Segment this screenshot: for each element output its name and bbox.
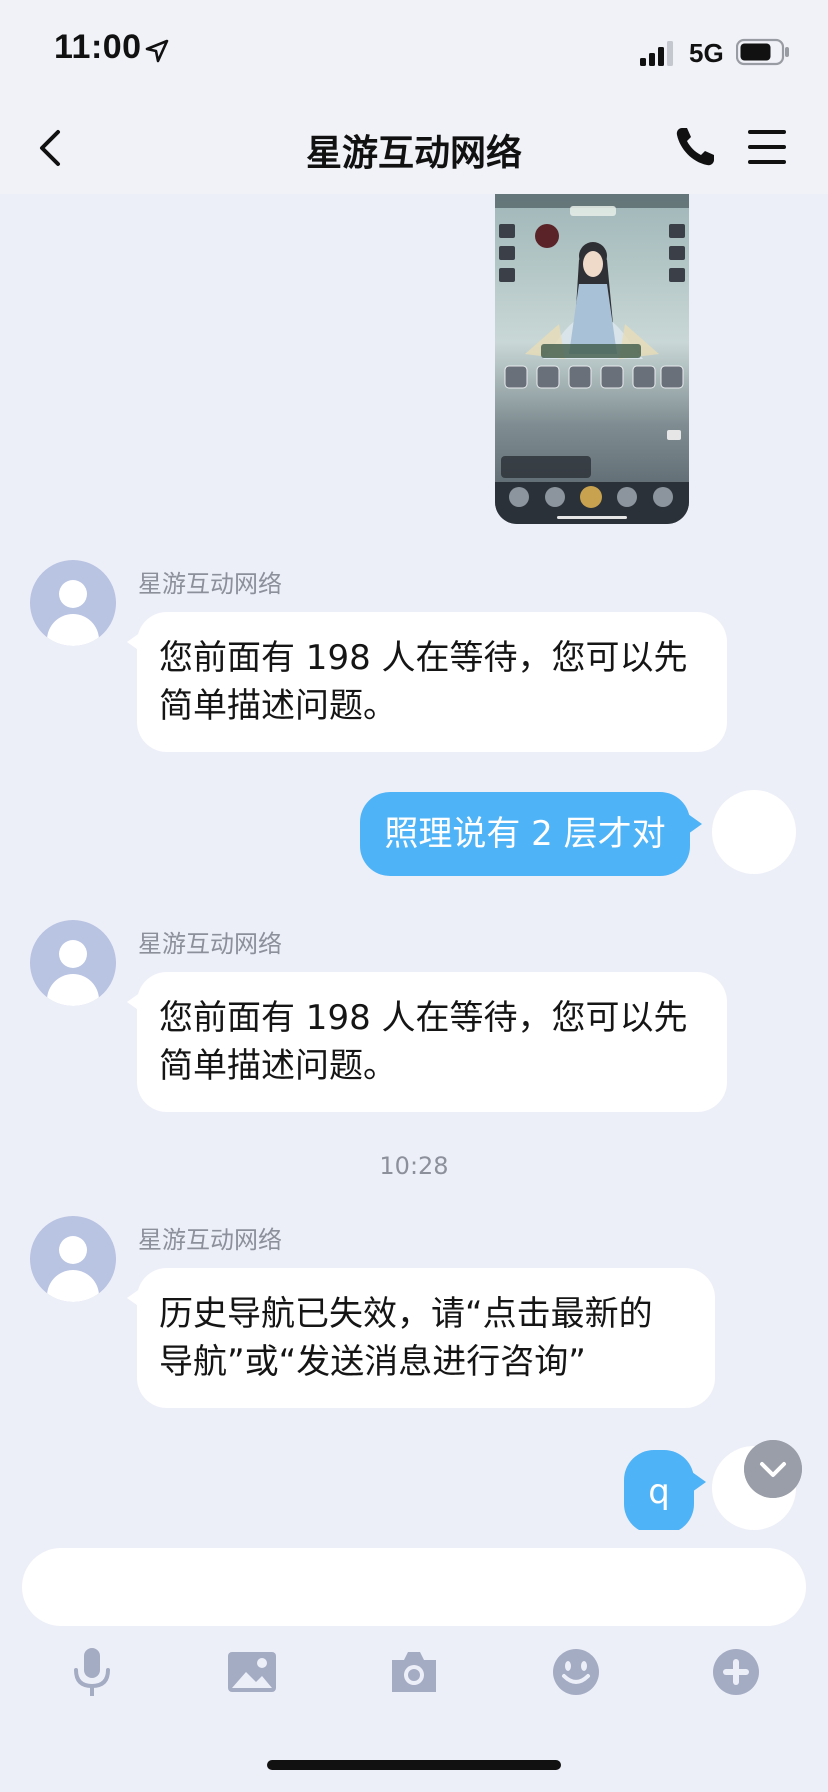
status-time: 11:00 <box>54 28 142 66</box>
incoming-message-bubble[interactable]: 您前面有 198 人在等待，您可以先 简单描述问题。 <box>127 972 727 1112</box>
navigation-bar: 星游互动网络 <box>0 100 828 194</box>
user-avatar[interactable] <box>712 790 796 874</box>
message-text: 照理说有 2 层才对 <box>384 814 666 854</box>
cellular-signal-icon <box>640 41 673 66</box>
home-indicator <box>267 1760 561 1770</box>
scroll-down-chevron-icon[interactable] <box>744 1440 802 1498</box>
menu-icon[interactable] <box>744 126 790 168</box>
outgoing-message-bubble[interactable]: 照理说有 2 层才对 <box>360 792 702 876</box>
sender-name: 星游互动网络 <box>138 570 282 598</box>
battery-icon <box>736 38 789 66</box>
message-list[interactable]: 星游互动网络 您前面有 198 人在等待，您可以先 简单描述问题。 照理说有 2… <box>0 194 828 1530</box>
network-type: 5G <box>689 38 724 68</box>
incoming-message-bubble[interactable]: 历史导航已失效，请“点击最新的 导航”或“发送消息进行咨询” <box>127 1268 715 1408</box>
location-arrow-icon <box>145 39 169 63</box>
outgoing-message-bubble[interactable]: q <box>624 1450 706 1530</box>
phone-icon[interactable] <box>670 122 720 172</box>
message-line: 简单描述问题。 <box>159 1046 397 1086</box>
game-screenshot-image[interactable] <box>495 194 689 524</box>
microphone-icon[interactable] <box>62 1642 122 1702</box>
message-line: 简单描述问题。 <box>159 686 397 726</box>
message-line: 您前面有 198 人在等待，您可以先 <box>159 998 688 1038</box>
message-text: q <box>648 1472 670 1512</box>
sender-name: 星游互动网络 <box>138 1226 282 1254</box>
input-area <box>0 1530 828 1792</box>
sender-name: 星游互动网络 <box>138 930 282 958</box>
message-line: 历史导航已失效，请“点击最新的 <box>159 1294 653 1334</box>
incoming-message-bubble[interactable]: 您前面有 198 人在等待，您可以先 简单描述问题。 <box>127 612 727 752</box>
message-timestamp: 10:28 <box>379 1152 449 1180</box>
image-icon[interactable] <box>222 1642 282 1702</box>
emoji-icon[interactable] <box>546 1642 606 1702</box>
agent-avatar[interactable] <box>30 920 116 1006</box>
agent-avatar[interactable] <box>30 1216 116 1302</box>
camera-icon[interactable] <box>384 1642 444 1702</box>
message-line: 导航”或“发送消息进行咨询” <box>159 1342 586 1382</box>
status-bar: 11:00 5G <box>0 0 828 100</box>
message-input[interactable] <box>22 1548 806 1626</box>
message-line: 您前面有 198 人在等待，您可以先 <box>159 638 688 678</box>
plus-icon[interactable] <box>706 1642 766 1702</box>
agent-avatar[interactable] <box>30 560 116 646</box>
